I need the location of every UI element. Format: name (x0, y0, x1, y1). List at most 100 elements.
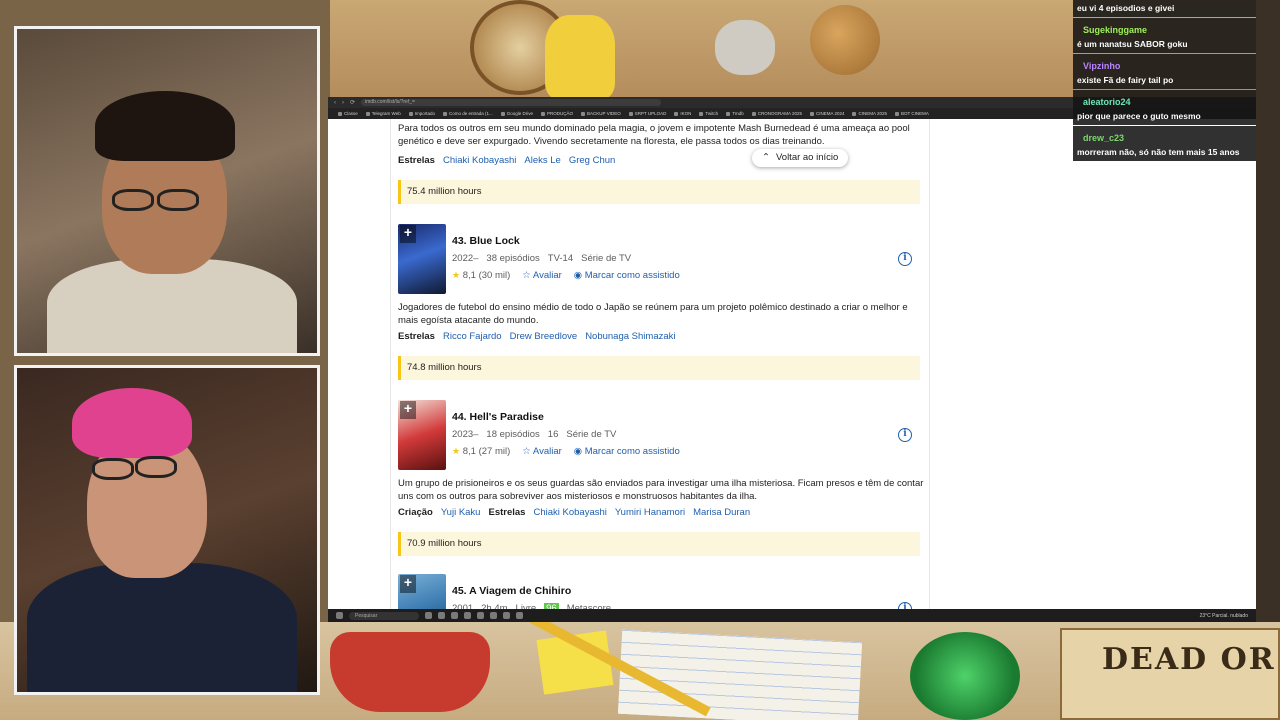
webcam-streamer-1 (14, 26, 320, 356)
watch-hours-note: 70.9 million hours (398, 532, 920, 556)
bookmark-item[interactable]: CINEMA 2025 (852, 111, 887, 116)
chat-message: Sugekinggame é um nanatsu SABOR goku (1073, 18, 1256, 53)
taskbar-app-icon[interactable] (464, 612, 471, 619)
bookmark-item[interactable]: CINEMA 2024 (810, 111, 845, 116)
bookmark-item[interactable]: BACKUP VIDEO (581, 111, 621, 116)
bookmark-item[interactable]: SRPT UPLOAD (629, 111, 667, 116)
item-meta: 2023– 18 episódios 16 Série de TV (452, 429, 616, 440)
webcam-streamer-2 (14, 365, 320, 695)
star-outline-icon: ☆ (522, 446, 531, 457)
chat-username[interactable]: Vipzinho (1077, 60, 1126, 72)
item-rating: 8,1 (462, 270, 476, 281)
item-actions: ★ 8,1 (30 mil) ☆ Avaliar ◉ Marcar como a… (452, 270, 680, 281)
back-to-top-label: Voltar ao início (775, 152, 839, 163)
person-hair (72, 388, 192, 458)
taskbar-app-icon[interactable] (438, 612, 445, 619)
item-rating: 8,1 (462, 446, 476, 457)
poster-hells-paradise[interactable]: + (398, 400, 446, 470)
bookmark-item[interactable]: BOT CINEMA (895, 111, 929, 116)
forward-icon[interactable]: › (342, 100, 344, 106)
bookmark-item[interactable]: CRONOGRAMA 2025 (752, 111, 802, 116)
rating-group: ★ 8,1 (30 mil) (452, 270, 510, 281)
item-description: Um grupo de prisioneiros e os seus guard… (398, 478, 924, 502)
chat-text: existe Fã de fairy tail po (1077, 75, 1174, 85)
chat-username[interactable]: Sugekinggame (1077, 24, 1153, 36)
rate-button[interactable]: ☆ Avaliar (522, 446, 562, 457)
taskbar-app-icon[interactable] (516, 612, 523, 619)
bookmark-item[interactable]: Como de entrada (1... (443, 111, 493, 116)
add-to-watchlist-icon[interactable]: + (400, 401, 416, 419)
back-icon[interactable]: ‹ (334, 100, 336, 106)
bookmark-item[interactable]: Importado (409, 111, 435, 116)
credits-row: Criação Yuji Kaku Estrelas Chiaki Kobaya… (398, 507, 750, 518)
person-hair (95, 91, 235, 161)
address-bar[interactable]: imdb.com/list/ls/?ref_= (361, 99, 662, 106)
taskbar-app-icon[interactable] (451, 612, 458, 619)
overlay-background-right (1256, 0, 1280, 720)
eye-icon: ◉ (573, 270, 583, 281)
star-link[interactable]: Drew Breedlove (510, 331, 578, 342)
star-link[interactable]: Ricco Fajardo (443, 331, 502, 342)
wanted-poster-text: DEAD OR (1102, 642, 1276, 677)
info-icon[interactable]: i (898, 428, 912, 442)
taskbar-app-icon[interactable] (490, 612, 497, 619)
bookmark-item[interactable]: IKON (674, 111, 691, 116)
info-icon[interactable]: i (898, 252, 912, 266)
item-type: Série de TV (566, 429, 617, 440)
rate-label: Avaliar (532, 270, 562, 281)
watch-hours-note: 74.8 million hours (398, 356, 920, 380)
back-to-top-button[interactable]: ⌃ Voltar ao início (752, 149, 849, 167)
taskbar-app-icon[interactable] (425, 612, 432, 619)
taskbar-search[interactable]: Pesquisar (349, 611, 419, 620)
star-link[interactable]: Yumiri Hanamori (615, 507, 685, 518)
bookmark-item[interactable]: Classe (338, 111, 358, 116)
chat-username[interactable]: aleatorio24 (1077, 96, 1137, 108)
stars-label: Estrelas (398, 155, 435, 166)
star-link[interactable]: Chiaki Kobayashi (443, 155, 516, 166)
stars-label: Estrelas (488, 507, 526, 518)
star-link[interactable]: Aleks Le (524, 155, 560, 166)
ship-decoration (330, 632, 490, 712)
browser-window: ‹ › ⟳ imdb.com/list/ls/?ref_= Classe Tele… (328, 97, 1256, 622)
add-to-watchlist-icon[interactable]: + (400, 225, 416, 243)
cookie-decoration (810, 5, 880, 75)
imdb-list-page: Para todos os outros em seu mundo domina… (328, 119, 1256, 622)
taskbar-app-icon[interactable] (477, 612, 484, 619)
add-to-watchlist-icon[interactable]: + (400, 575, 416, 593)
bookmark-item[interactable]: Google Drive (501, 111, 533, 116)
star-link[interactable]: Marisa Duran (693, 507, 750, 518)
bookmark-item[interactable]: PRODUÇÃO (541, 111, 573, 116)
item-title[interactable]: 45. A Viagem de Chihiro (452, 585, 571, 597)
taskbar-app-icon[interactable] (503, 612, 510, 619)
item-description: Para todos os outros em seu mundo domina… (398, 123, 910, 147)
stars-label: Estrelas (398, 331, 435, 342)
item-votes: (27 mil) (478, 446, 511, 457)
bookmark-item[interactable]: Telegram Web (366, 111, 401, 116)
item-type: Série de TV (581, 253, 632, 264)
chevron-up-icon: ⌃ (762, 152, 770, 163)
bookmark-item[interactable]: Tmdb (726, 111, 744, 116)
item-title[interactable]: 44. Hell's Paradise (452, 411, 544, 423)
start-icon[interactable] (336, 612, 343, 619)
person-body (27, 563, 297, 692)
wanted-poster: DEAD OR (1060, 628, 1280, 720)
star-link[interactable]: Chiaki Kobayashi (533, 507, 606, 518)
item-meta: 2022– 38 episódios TV-14 Série de TV (452, 253, 631, 264)
bookmark-item[interactable]: Twitch (699, 111, 718, 116)
chat-message: eu vi 4 episodios e givei (1073, 0, 1256, 17)
mark-watched-button[interactable]: ◉ Marcar como assistido (574, 270, 680, 281)
rate-button[interactable]: ☆ Avaliar (522, 270, 562, 281)
item-year: 2023– (452, 429, 479, 440)
chat-message: drew_c23 morreram não, só não tem mais 15… (1073, 126, 1256, 161)
item-year: 2022– (452, 253, 479, 264)
chat-username[interactable]: drew_c23 (1077, 132, 1130, 144)
item-title[interactable]: 43. Blue Lock (452, 235, 520, 247)
poster-blue-lock[interactable]: + (398, 224, 446, 294)
glasses-icon (112, 189, 154, 211)
star-link[interactable]: Greg Chun (569, 155, 615, 166)
mascot-decoration (545, 15, 615, 100)
mark-watched-button[interactable]: ◉ Marcar como assistido (574, 446, 680, 457)
reload-icon[interactable]: ⟳ (350, 99, 355, 106)
creator-link[interactable]: Yuji Kaku (441, 507, 481, 518)
star-link[interactable]: Nobunaga Shimazaki (585, 331, 675, 342)
